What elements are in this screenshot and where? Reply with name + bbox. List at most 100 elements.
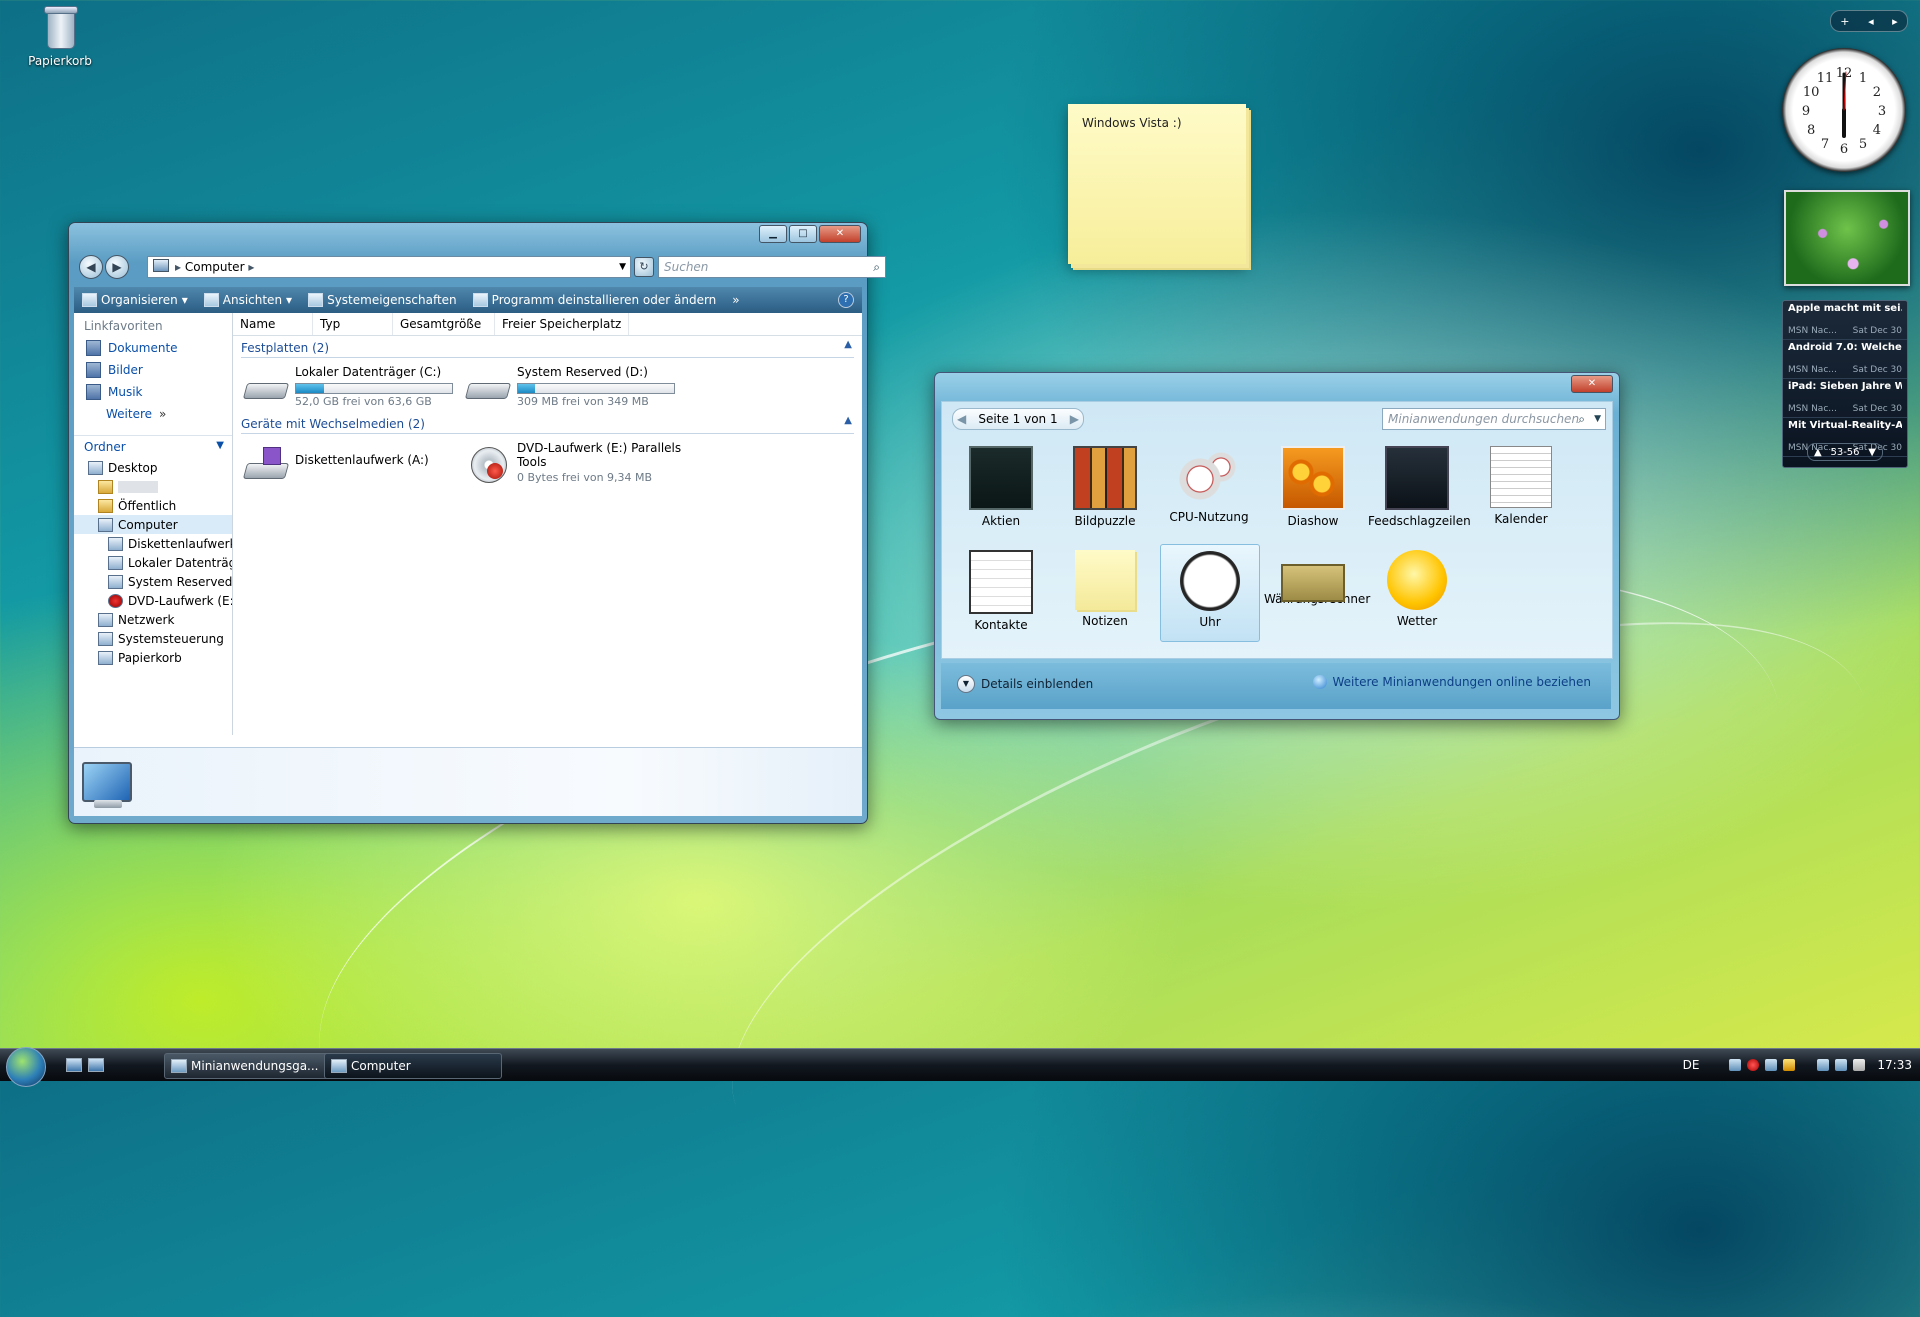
gadget-tile[interactable]: Kalender bbox=[1472, 440, 1570, 536]
gadget-gallery-window[interactable]: ✕ ◀ Seite 1 von 1 ▶ Minianwendungen durc… bbox=[934, 372, 1620, 720]
column-header-total-size[interactable]: Gesamtgröße bbox=[393, 313, 495, 335]
column-header-name[interactable]: Name bbox=[233, 313, 313, 335]
explorer-window[interactable]: ▁ □ ✕ ◀ ▶ ▸ Computer ▸ ▼ ↻ Suchen ⌕ Orga… bbox=[68, 222, 886, 824]
show-details-label: Details einblenden bbox=[981, 677, 1094, 691]
sticky-note-gadget[interactable]: Windows Vista :) bbox=[1068, 104, 1246, 264]
add-gadget-button[interactable]: + bbox=[1840, 15, 1849, 28]
gadget-tile[interactable]: CPU-Nutzung bbox=[1160, 440, 1258, 536]
collapse-icon[interactable]: ▲ bbox=[844, 339, 852, 350]
minimize-button[interactable]: ▁ bbox=[759, 225, 787, 243]
feed-item[interactable]: Android 7.0: Welche ... MSN Nac... Sat Dec… bbox=[1783, 340, 1907, 379]
tree-item-control-panel[interactable]: Systemsteuerung bbox=[74, 629, 232, 648]
tree-item-desktop[interactable]: Desktop bbox=[74, 458, 232, 477]
volume-icon[interactable] bbox=[1853, 1059, 1866, 1071]
close-button[interactable]: ✕ bbox=[819, 225, 861, 243]
gadget-search-input[interactable]: Minianwendungen durchsuchen ⌕ ▼ bbox=[1382, 408, 1606, 430]
system-properties-button[interactable]: Systemeigenschaften bbox=[300, 287, 465, 313]
forward-button[interactable]: ▶ bbox=[105, 255, 129, 279]
gadget-tile[interactable]: Bildpuzzle bbox=[1056, 440, 1154, 536]
get-more-gadgets-link[interactable]: Weitere Minianwendungen online beziehen bbox=[1312, 675, 1591, 689]
group-header-removable[interactable]: Geräte mit Wechselmedien (2) ▲ bbox=[241, 415, 854, 434]
close-button[interactable]: ✕ bbox=[1571, 375, 1613, 393]
previous-feeds-icon[interactable]: ▲ bbox=[1814, 447, 1822, 458]
tree-item-local-disk[interactable]: Lokaler Datenträg bbox=[74, 553, 232, 572]
maximize-button[interactable]: □ bbox=[789, 225, 817, 243]
drive-a[interactable]: Diskettenlaufwerk (A:) bbox=[242, 439, 463, 485]
refresh-button[interactable]: ↻ bbox=[634, 257, 654, 277]
switch-windows-icon[interactable] bbox=[88, 1058, 104, 1072]
tree-item-recycle-bin[interactable]: Papierkorb bbox=[74, 648, 232, 667]
language-indicator[interactable]: DE bbox=[1683, 1058, 1700, 1072]
feed-headlines-gadget[interactable]: Apple macht mit sei... MSN Nac... Sat Dec … bbox=[1782, 300, 1908, 468]
previous-page-button[interactable]: ◀ bbox=[957, 409, 966, 429]
tree-item-computer[interactable]: Computer bbox=[74, 515, 232, 534]
next-feeds-icon[interactable]: ▼ bbox=[1868, 447, 1876, 458]
taskbar-button-gadget-gallery[interactable]: Minianwendungsga... bbox=[164, 1053, 344, 1079]
gadget-tile[interactable]: Währungsrechner bbox=[1264, 544, 1370, 640]
favorite-link[interactable]: Bilder bbox=[74, 357, 232, 379]
tray-network-icon[interactable] bbox=[1729, 1059, 1742, 1071]
feed-item[interactable]: iPad: Sieben Jahre W... MSN Nac... Sat Dec… bbox=[1783, 379, 1907, 418]
next-button[interactable]: ▸ bbox=[1892, 15, 1898, 28]
favorite-link[interactable]: Dokumente bbox=[74, 335, 232, 357]
folders-header[interactable]: Ordner ▼ bbox=[74, 435, 232, 458]
organize-button[interactable]: Organisieren ▾ bbox=[74, 287, 196, 313]
show-details-button[interactable]: ▼ Details einblenden bbox=[957, 675, 1093, 693]
chevron-down-icon[interactable]: ▼ bbox=[1594, 409, 1601, 429]
gadget-tile[interactable]: Kontakte bbox=[952, 544, 1050, 640]
tree-item-user[interactable] bbox=[74, 477, 232, 496]
gadget-tile[interactable]: Notizen bbox=[1056, 544, 1154, 640]
search-input[interactable]: Suchen ⌕ bbox=[658, 256, 886, 278]
tree-item-public[interactable]: Öffentlich bbox=[74, 496, 232, 515]
gadget-tile[interactable]: Aktien bbox=[952, 440, 1050, 536]
views-button[interactable]: Ansichten ▾ bbox=[196, 287, 300, 313]
slideshow-gadget[interactable] bbox=[1784, 190, 1910, 286]
drive-d[interactable]: System Reserved (D:) 309 MB frei von 349… bbox=[464, 363, 685, 409]
back-button[interactable]: ◀ bbox=[79, 255, 103, 279]
tray-display-icon[interactable] bbox=[1835, 1059, 1848, 1071]
favorite-link[interactable]: Musik bbox=[74, 379, 232, 401]
previous-button[interactable]: ◂ bbox=[1868, 15, 1874, 28]
gadget-label: Kalender bbox=[1494, 512, 1548, 526]
next-page-button[interactable]: ▶ bbox=[1070, 409, 1079, 429]
show-desktop-icon[interactable] bbox=[66, 1058, 82, 1072]
uninstall-button[interactable]: Programm deinstallieren oder ändern bbox=[465, 287, 725, 313]
clock-time[interactable]: 17:33 bbox=[1877, 1058, 1912, 1072]
breadcrumb-computer[interactable]: Computer bbox=[185, 260, 245, 274]
tray-security-icon[interactable] bbox=[1747, 1059, 1760, 1071]
group-header-hard-disks[interactable]: Festplatten (2) ▲ bbox=[241, 339, 854, 358]
gadget-tile[interactable]: Wetter bbox=[1368, 544, 1466, 640]
note-text[interactable]: Windows Vista :) bbox=[1068, 104, 1246, 130]
drive-c[interactable]: Lokaler Datenträger (C:) 52,0 GB frei vo… bbox=[242, 363, 463, 409]
tray-computer-icon[interactable] bbox=[1817, 1059, 1830, 1071]
tray-shield-icon[interactable] bbox=[1783, 1059, 1796, 1071]
column-header-free-space[interactable]: Freier Speicherplatz bbox=[495, 313, 629, 335]
favorite-label: Bilder bbox=[108, 363, 143, 377]
feed-item[interactable]: Apple macht mit sei... MSN Nac... Sat Dec … bbox=[1783, 301, 1907, 340]
tree-item-dvd[interactable]: DVD-Laufwerk (E: bbox=[74, 591, 232, 610]
more-favorites-link[interactable]: Weitere » bbox=[74, 401, 232, 423]
tree-label: DVD-Laufwerk (E: bbox=[128, 593, 232, 608]
drive-e[interactable]: DVD-Laufwerk (E:) Parallels Tools 0 Byte… bbox=[465, 439, 685, 485]
tree-item-system-reserved[interactable]: System Reserved ( bbox=[74, 572, 232, 591]
gadget-tile[interactable]: Feedschlagzeilen bbox=[1368, 440, 1471, 536]
gadget-tile[interactable]: Uhr bbox=[1160, 544, 1260, 642]
tree-item-floppy[interactable]: Diskettenlaufwerk bbox=[74, 534, 232, 553]
dvd-drive-icon bbox=[465, 445, 509, 483]
address-dropdown-icon[interactable]: ▼ bbox=[619, 257, 626, 277]
more-commands-button[interactable]: » bbox=[724, 287, 747, 313]
clock-gadget[interactable]: 121234567891011 bbox=[1782, 48, 1906, 172]
drive-name: System Reserved (D:) bbox=[517, 365, 648, 379]
tree-item-network[interactable]: Netzwerk bbox=[74, 610, 232, 629]
start-button[interactable] bbox=[6, 1047, 46, 1087]
drive-name: Diskettenlaufwerk (A:) bbox=[295, 453, 429, 467]
column-header-type[interactable]: Typ bbox=[313, 313, 393, 335]
tray-app-icon[interactable] bbox=[1765, 1059, 1778, 1071]
address-bar[interactable]: ▸ Computer ▸ ▼ bbox=[147, 256, 631, 278]
collapse-icon[interactable]: ▲ bbox=[844, 415, 852, 426]
taskbar-button-computer[interactable]: Computer bbox=[324, 1053, 502, 1079]
tree-label: Öffentlich bbox=[118, 498, 177, 513]
desktop-icon-recycle-bin[interactable]: Papierkorb bbox=[22, 4, 98, 68]
gadget-tile[interactable]: Diashow bbox=[1264, 440, 1362, 536]
help-button[interactable]: ? bbox=[830, 287, 862, 313]
